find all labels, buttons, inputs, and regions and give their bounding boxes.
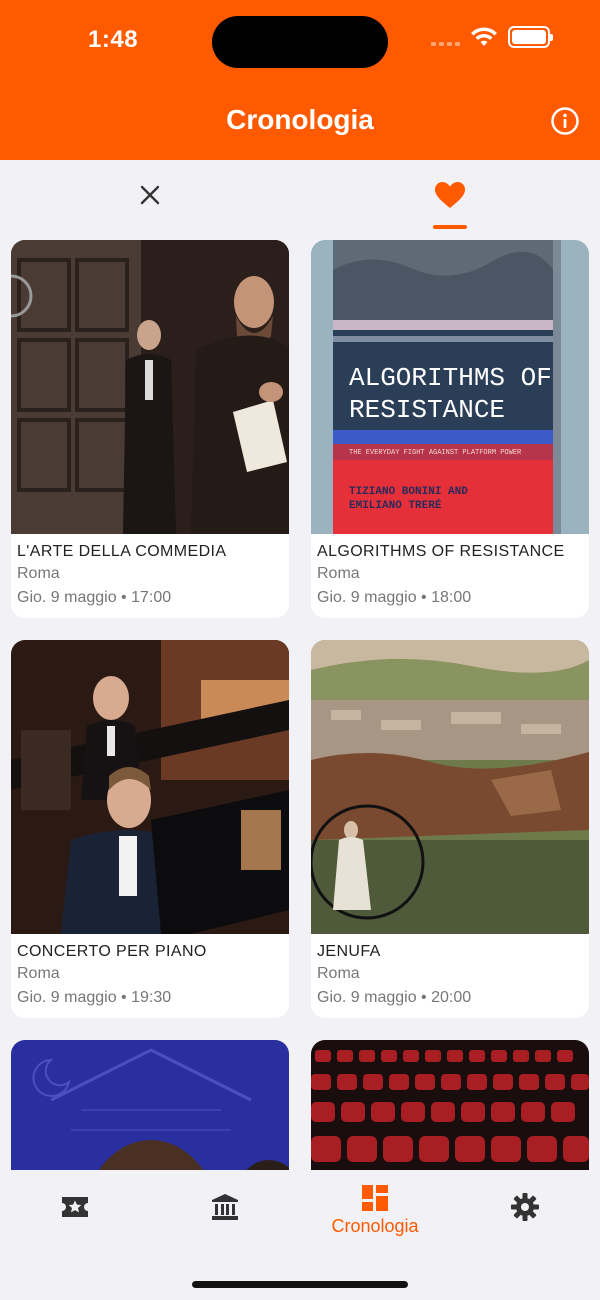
close-icon xyxy=(140,185,160,205)
event-card[interactable]: L'ARTE DELLA COMMEDIA Roma Gio. 9 maggio… xyxy=(11,240,289,618)
museum-icon xyxy=(212,1194,238,1220)
tab-favorites[interactable] xyxy=(300,160,600,230)
tab-all[interactable] xyxy=(0,160,300,230)
event-grid: L'ARTE DELLA COMMEDIA Roma Gio. 9 maggio… xyxy=(11,240,589,1170)
event-card[interactable] xyxy=(11,1040,289,1170)
status-time: 1:48 xyxy=(88,26,139,53)
filter-tabs xyxy=(0,160,600,230)
event-card[interactable]: JENUFA Roma Gio. 9 maggio • 20:00 xyxy=(311,640,589,1018)
cover-title-line2: RESISTANCE xyxy=(349,395,505,425)
home-indicator xyxy=(192,1281,408,1288)
event-image-opera xyxy=(311,640,589,934)
event-city: Roma xyxy=(317,565,360,582)
event-title: CONCERTO PER PIANO xyxy=(17,943,207,960)
event-date: Gio. 9 maggio • 20:00 xyxy=(317,989,472,1006)
dynamic-island xyxy=(212,16,388,68)
app-header: 1:48 Cronologia xyxy=(0,0,600,160)
cover-title-line1: ALGORITHMS OF xyxy=(349,363,552,393)
nav-item-settings[interactable] xyxy=(450,1184,600,1244)
nav-label-cronologia: Cronologia xyxy=(331,1216,419,1236)
heart-icon xyxy=(435,182,465,208)
event-image-concert xyxy=(11,640,289,934)
nav-item-cronologia[interactable]: Cronologia xyxy=(300,1184,450,1244)
event-title: JENUFA xyxy=(317,943,381,960)
cover-authors-line1: TIZIANO BONINI AND xyxy=(349,486,468,498)
event-card[interactable] xyxy=(311,1040,589,1170)
event-title: ALGORITHMS OF RESISTANCE xyxy=(317,543,565,560)
cover-authors-line2: EMILIANO TRERÉ xyxy=(349,498,442,512)
battery-icon xyxy=(508,26,553,48)
nav-item-venues[interactable] xyxy=(150,1184,300,1244)
gear-icon xyxy=(511,1193,539,1221)
status-icons xyxy=(431,26,553,48)
event-card[interactable]: ALGORITHMS OF RESISTANCE THE EVERYDAY FI… xyxy=(311,240,589,618)
event-city: Roma xyxy=(17,565,60,582)
wifi-icon xyxy=(471,27,497,46)
history-grid-icon xyxy=(362,1185,388,1211)
cover-subtitle: THE EVERYDAY FIGHT AGAINST PLATFORM POWE… xyxy=(349,449,522,457)
event-title: L'ARTE DELLA COMMEDIA xyxy=(17,543,227,560)
ticket-star-icon xyxy=(62,1197,88,1217)
event-image-seats xyxy=(311,1040,589,1170)
event-image-portrait xyxy=(11,1040,289,1170)
event-card[interactable]: CONCERTO PER PIANO Roma Gio. 9 maggio • … xyxy=(11,640,289,1018)
info-icon[interactable] xyxy=(550,106,580,136)
event-date: Gio. 9 maggio • 18:00 xyxy=(317,589,472,606)
event-city: Roma xyxy=(17,965,60,982)
page-title: Cronologia xyxy=(226,104,374,135)
event-date: Gio. 9 maggio • 19:30 xyxy=(17,989,172,1006)
event-image-book-cover: ALGORITHMS OF RESISTANCE THE EVERYDAY FI… xyxy=(311,240,589,534)
event-image-theatre xyxy=(11,240,289,534)
active-tab-indicator xyxy=(433,225,467,229)
nav-item-events[interactable] xyxy=(0,1184,150,1244)
event-city: Roma xyxy=(317,965,360,982)
event-date: Gio. 9 maggio • 17:00 xyxy=(17,589,172,606)
cellular-signal-icon xyxy=(431,28,460,46)
